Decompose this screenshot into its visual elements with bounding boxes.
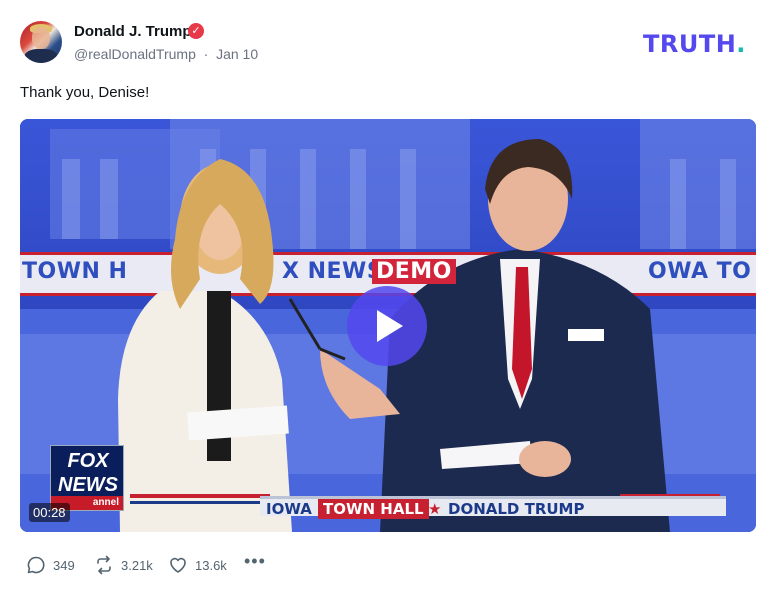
- stage-banner-right: OWA TO: [648, 259, 752, 284]
- heart-icon: [170, 557, 186, 573]
- author-avatar[interactable]: [20, 21, 62, 63]
- chyron-iowa: IOWA: [266, 500, 312, 518]
- repost-count: 3.21k: [121, 558, 153, 573]
- verified-badge-icon: ✓: [188, 23, 204, 39]
- reply-count: 349: [53, 558, 75, 573]
- post-date[interactable]: Jan 10: [216, 46, 258, 62]
- play-icon: [377, 310, 403, 342]
- news-chyron: IOWA TOWN HALL ★ DONALD TRUMP: [260, 496, 726, 519]
- truth-post: Donald J. Trump ✓ @realDonaldTrump · Jan…: [0, 0, 777, 595]
- fox-logo-line1: FOX: [67, 450, 109, 472]
- post-text: Thank you, Denise!: [20, 84, 150, 101]
- logo-dot: .: [736, 30, 746, 58]
- meta-separator: ·: [199, 46, 213, 62]
- avatar-suit: [24, 49, 58, 63]
- truth-logo[interactable]: TRUTH.: [643, 30, 746, 58]
- logo-text: TRUTH: [643, 30, 737, 58]
- avatar-face: [32, 27, 50, 49]
- more-options-icon[interactable]: •••: [244, 552, 266, 576]
- author-handle[interactable]: @realDonaldTrump: [74, 46, 196, 62]
- stage-banner-middle: X NEWS: [282, 259, 384, 284]
- fox-news-logo: FOX NEWS annel: [50, 445, 124, 511]
- chyron-name: DONALD TRUMP: [448, 500, 585, 518]
- reply-icon: [27, 556, 45, 574]
- video-timecode: 00:28: [29, 503, 70, 522]
- stage-banner-left: TOWN H: [22, 259, 128, 284]
- play-button[interactable]: [347, 286, 427, 366]
- video-player[interactable]: TOWN H X NEWS DEMO OWA TO FOX NEWS annel…: [20, 119, 756, 532]
- author-meta: @realDonaldTrump · Jan 10: [74, 46, 258, 62]
- repost-icon: [97, 555, 111, 575]
- author-name[interactable]: Donald J. Trump: [74, 23, 192, 40]
- chyron-star-icon: ★: [428, 500, 442, 518]
- like-count: 13.6k: [195, 558, 227, 573]
- stage-banner-demo: DEMO: [372, 259, 456, 284]
- fox-logo-line2: NEWS: [58, 474, 118, 496]
- chyron-town-hall: TOWN HALL: [318, 499, 429, 519]
